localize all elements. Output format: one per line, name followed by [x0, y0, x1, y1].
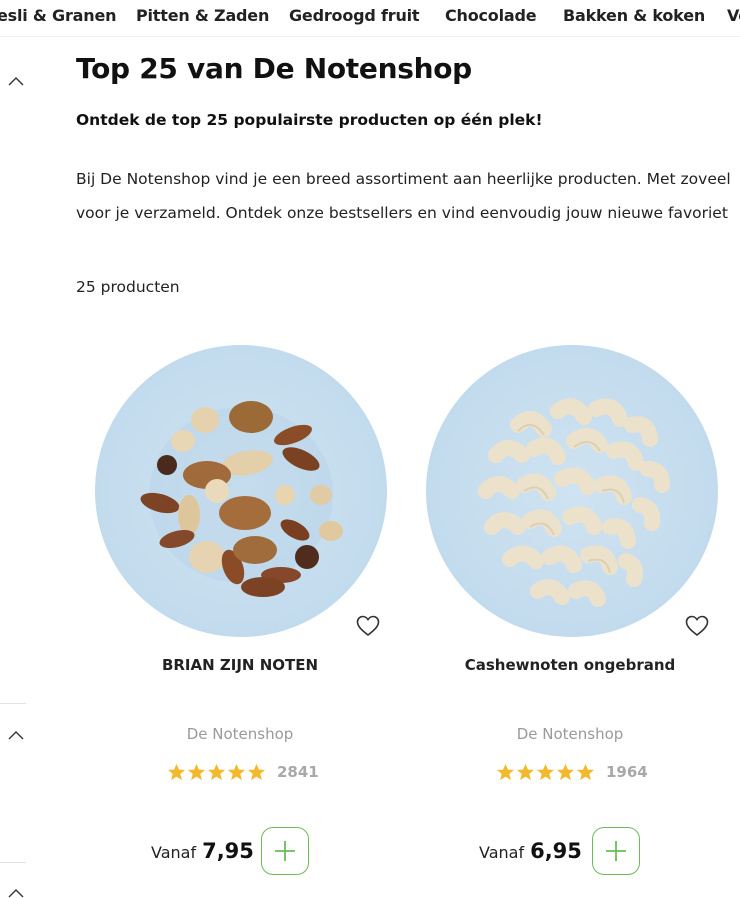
- star-icon: [227, 763, 246, 780]
- mixed-nuts-illustration: [140, 401, 343, 597]
- rating-stars: [167, 763, 266, 782]
- product-image-cashews[interactable]: [426, 345, 718, 637]
- star-icon: [247, 763, 266, 780]
- star-icon: [167, 763, 186, 780]
- intro-line: voor je verzameld. Ontdek onze bestselle…: [76, 204, 728, 222]
- product-rating: 2841: [167, 761, 319, 783]
- add-to-cart-button[interactable]: [592, 827, 640, 875]
- product-name[interactable]: Cashewnoten ongebrand: [420, 656, 720, 674]
- plus-icon: [275, 841, 295, 861]
- heart-icon[interactable]: [685, 615, 709, 637]
- star-icon: [207, 763, 226, 780]
- price-prefix: Vanaf: [479, 843, 525, 862]
- sidebar-divider: [0, 862, 26, 863]
- page-subtitle: Ontdek de top 25 populairste producten o…: [76, 111, 543, 129]
- intro-line: Bij De Notenshop vind je een breed assor…: [76, 170, 731, 188]
- rating-stars: [496, 763, 595, 782]
- cashews-illustration: [478, 398, 670, 607]
- star-icon: [576, 763, 595, 780]
- page-title: Top 25 van De Notenshop: [76, 52, 472, 85]
- star-icon: [187, 763, 206, 780]
- sidebar-divider: [0, 703, 26, 704]
- product-image-mixed-nuts[interactable]: [95, 345, 387, 637]
- product-name[interactable]: BRIAN ZIJN NOTEN: [90, 656, 390, 674]
- star-icon: [516, 763, 535, 780]
- product-count: 25 producten: [76, 278, 180, 296]
- nav-item-bakken-koken[interactable]: Bakken & koken: [563, 6, 705, 25]
- product-brand: De Notenshop: [516, 725, 624, 743]
- star-icon: [536, 763, 555, 780]
- product-brand: De Notenshop: [186, 725, 294, 743]
- price-value: 7,95: [202, 839, 254, 863]
- review-count[interactable]: 1964: [606, 763, 648, 781]
- price-prefix: Vanaf: [151, 843, 197, 862]
- product-price: Vanaf 6,95: [479, 839, 582, 863]
- price-value: 6,95: [530, 839, 582, 863]
- product-card[interactable]: BRIAN ZIJN NOTEN De Notenshop 2841 Vanaf…: [90, 345, 390, 885]
- add-to-cart-button[interactable]: [261, 827, 309, 875]
- review-count[interactable]: 2841: [277, 763, 319, 781]
- star-icon: [556, 763, 575, 780]
- product-rating: 1964: [496, 761, 648, 783]
- category-nav: esli & Granen Pitten & Zaden Gedroogd fr…: [0, 0, 740, 37]
- product-card[interactable]: Cashewnoten ongebrand De Notenshop 1964 …: [420, 345, 720, 885]
- plus-icon: [606, 841, 626, 861]
- chevron-up-icon[interactable]: [8, 730, 24, 740]
- nav-item-muesli-granen[interactable]: esli & Granen: [0, 6, 116, 25]
- nav-item-more[interactable]: Vo: [727, 6, 740, 25]
- nav-item-pitten-zaden[interactable]: Pitten & Zaden: [136, 6, 269, 25]
- product-price: Vanaf 7,95: [151, 839, 254, 863]
- heart-icon[interactable]: [356, 615, 380, 637]
- chevron-up-icon[interactable]: [8, 76, 24, 86]
- nav-item-gedroogd-fruit[interactable]: Gedroogd fruit: [289, 6, 420, 25]
- intro-text: Bij De Notenshop vind je een breed assor…: [76, 162, 740, 230]
- star-icon: [496, 763, 515, 780]
- nav-item-chocolade[interactable]: Chocolade: [445, 6, 537, 25]
